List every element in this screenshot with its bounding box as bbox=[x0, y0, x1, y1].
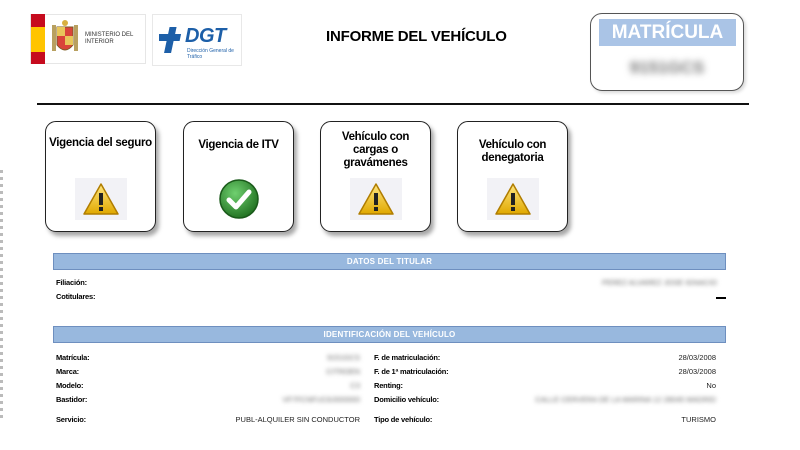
fecha-primera-matriculacion-label: F. de 1ª matriculación: bbox=[374, 367, 449, 376]
renting-value: No bbox=[706, 381, 716, 390]
page-edge-decoration bbox=[0, 170, 3, 420]
dgt-cross-icon bbox=[159, 27, 182, 53]
tipo-vehiculo-value: TURISMO bbox=[681, 415, 716, 424]
report-header: MINISTERIO DEL INTERIOR DGT Dirección Ge… bbox=[0, 0, 800, 106]
domicilio-label: Domicilio vehículo: bbox=[374, 395, 439, 404]
servicio-label: Servicio: bbox=[56, 415, 86, 424]
renting-label: Renting: bbox=[374, 381, 403, 390]
warning-icon bbox=[74, 178, 127, 220]
dgt-name: DGT bbox=[185, 25, 226, 47]
header-divider bbox=[37, 103, 749, 105]
servicio-value: PUBL-ALQUILER SIN CONDUCTOR bbox=[235, 415, 360, 424]
card-title: Vigencia del seguro bbox=[49, 137, 152, 149]
warning-icon bbox=[349, 178, 402, 220]
bastidor-label: Bastidor: bbox=[56, 395, 88, 404]
card-denial[interactable]: Vehículo con denegatoria bbox=[457, 121, 568, 232]
modelo-label: Modelo: bbox=[56, 381, 84, 390]
fecha-matriculacion-value: 28/03/2008 bbox=[678, 353, 716, 362]
coat-of-arms-icon bbox=[47, 17, 83, 61]
dgt-logo: DGT Dirección General de Tráfico bbox=[152, 14, 242, 66]
spain-flag-icon bbox=[31, 14, 45, 64]
filiacion-label: Filiación: bbox=[56, 278, 87, 287]
plate-value: 9151GCS bbox=[629, 58, 705, 77]
page-title: INFORME DEL VEHÍCULO bbox=[326, 28, 507, 45]
card-title: Vehículo con denegatoria bbox=[478, 139, 547, 164]
plate-box: MATRÍCULA 9151GCS bbox=[590, 13, 744, 91]
card-itv[interactable]: Vigencia de ITV bbox=[183, 121, 294, 232]
cotitulares-label: Cotitulares: bbox=[56, 292, 96, 301]
cotitulares-value bbox=[716, 297, 726, 299]
card-encumbrances[interactable]: Vehículo con cargas o gravámenes bbox=[320, 121, 431, 232]
domicilio-value: CALLE CERVERA DE LA MARINA 12 28045 MADR… bbox=[535, 395, 716, 404]
plate-label: MATRÍCULA bbox=[599, 19, 736, 46]
card-title: Vigencia de ITV bbox=[198, 139, 279, 151]
card-title: Vehículo con cargas o gravámenes bbox=[341, 131, 410, 169]
bastidor-value: VF7FCNFUC8J000000 bbox=[282, 395, 360, 404]
marca-value: CITROEN bbox=[326, 367, 360, 376]
owner-section-header: DATOS DEL TITULAR bbox=[53, 253, 726, 270]
fecha-primera-matriculacion-value: 28/03/2008 bbox=[678, 367, 716, 376]
tipo-vehiculo-label: Tipo de vehículo: bbox=[374, 415, 433, 424]
card-insurance[interactable]: Vigencia del seguro bbox=[45, 121, 156, 232]
ministry-label: MINISTERIO DEL INTERIOR bbox=[85, 32, 134, 45]
matricula-label: Matrícula: bbox=[56, 353, 90, 362]
ministry-logo: MINISTERIO DEL INTERIOR bbox=[30, 14, 146, 64]
filiacion-value: PEREZ ALVAREZ JOSE IGNACIO bbox=[601, 278, 717, 287]
warning-icon bbox=[486, 178, 539, 220]
vehicle-section-header: IDENTIFICACIÓN DEL VEHÍCULO bbox=[53, 326, 726, 343]
matricula-value: 9151GCS bbox=[327, 353, 360, 362]
dgt-subtitle: Dirección General de Tráfico bbox=[187, 48, 234, 60]
modelo-value: C3 bbox=[350, 381, 360, 390]
marca-label: Marca: bbox=[56, 367, 79, 376]
fecha-matriculacion-label: F. de matriculación: bbox=[374, 353, 441, 362]
check-icon bbox=[213, 178, 265, 220]
